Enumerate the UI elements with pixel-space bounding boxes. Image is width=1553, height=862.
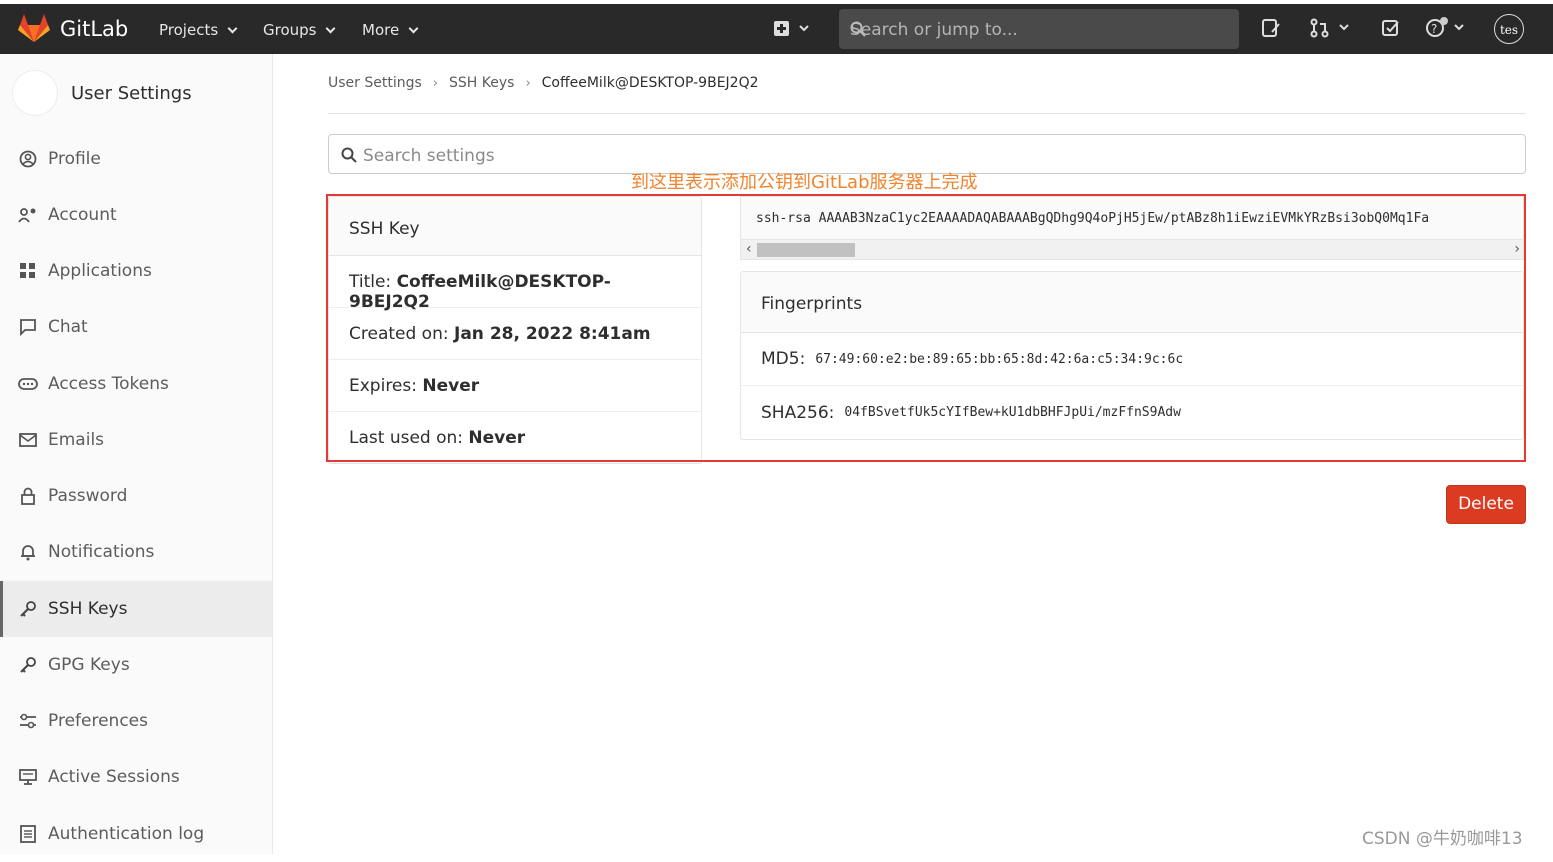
- merge-requests-icon[interactable]: [1310, 18, 1350, 42]
- sidebar-item-label: Password: [48, 486, 128, 506]
- brand-name[interactable]: GitLab: [60, 17, 128, 41]
- sidebar-item-label: Applications: [48, 261, 152, 281]
- sidebar-item-label: Active Sessions: [48, 767, 180, 787]
- nav-more[interactable]: More: [362, 21, 419, 39]
- sidebar-item-label: SSH Keys: [48, 599, 128, 619]
- top-navbar: GitLab Projects Groups More Search or ju…: [0, 4, 1553, 54]
- sidebar-title: User Settings: [71, 82, 192, 104]
- key-icon: [18, 599, 38, 619]
- breadcrumb-ssh-keys[interactable]: SSH Keys: [449, 75, 514, 91]
- email-icon: [18, 430, 38, 450]
- watermark: CSDN @牛奶咖啡13: [1362, 829, 1523, 849]
- sidebar-item-label: Notifications: [48, 542, 155, 562]
- todos-icon[interactable]: [1381, 18, 1401, 42]
- key-icon: [18, 655, 38, 675]
- chevron-down-icon: [326, 23, 336, 33]
- log-icon: [18, 824, 38, 844]
- sidebar-item-label: Account: [48, 205, 117, 225]
- sidebar-item-notifications[interactable]: Notifications: [0, 524, 272, 580]
- breadcrumb-user-settings[interactable]: User Settings: [328, 75, 422, 91]
- monitor-icon: [18, 767, 38, 787]
- preferences-icon: [18, 711, 38, 731]
- sidebar-item-label: Profile: [48, 149, 101, 169]
- bell-icon: [18, 542, 38, 562]
- sidebar-item-label: Access Tokens: [48, 374, 169, 394]
- global-search-input[interactable]: Search or jump to...: [839, 9, 1239, 49]
- sidebar-item-label: Emails: [48, 430, 105, 450]
- account-icon: [18, 205, 38, 225]
- sidebar-item-label: GPG Keys: [48, 655, 130, 675]
- gitlab-logo-icon[interactable]: [18, 13, 50, 47]
- sidebar-item-password[interactable]: Password: [0, 468, 272, 524]
- sidebar-item-gpg-keys[interactable]: GPG Keys: [0, 637, 272, 693]
- sidebar-item-chat[interactable]: Chat: [0, 299, 272, 355]
- token-icon: [18, 374, 38, 394]
- nav-label: Groups: [263, 21, 317, 39]
- chevron-right-icon: ›: [432, 75, 438, 91]
- search-icon: [341, 147, 357, 168]
- nav-label: Projects: [159, 21, 219, 39]
- chevron-down-icon: [227, 23, 238, 33]
- sidebar-item-emails[interactable]: Emails: [0, 412, 272, 468]
- issues-icon[interactable]: [1261, 18, 1281, 42]
- chevron-down-icon: [408, 23, 419, 33]
- search-icon: [850, 21, 1225, 42]
- delete-button[interactable]: Delete: [1446, 485, 1526, 524]
- sidebar-item-applications[interactable]: Applications: [0, 243, 272, 299]
- sidebar-item-ssh-keys[interactable]: SSH Keys: [0, 581, 272, 637]
- sidebar-item-label: Authentication log: [48, 824, 205, 844]
- highlight-box: [326, 194, 1526, 462]
- chevron-right-icon: ›: [525, 75, 531, 91]
- profile-icon: [18, 149, 38, 169]
- nav-label: More: [362, 21, 400, 39]
- help-icon[interactable]: ?: [1425, 16, 1467, 44]
- breadcrumb-current[interactable]: CoffeeMilk@DESKTOP-9BEJ2Q2: [542, 75, 759, 91]
- breadcrumb: User Settings › SSH Keys › CoffeeMilk@DE…: [328, 75, 759, 91]
- sidebar-item-account[interactable]: Account: [0, 187, 272, 243]
- nav-projects[interactable]: Projects: [159, 21, 238, 39]
- svg-text:?: ?: [1431, 22, 1437, 36]
- lock-icon: [18, 486, 38, 506]
- sidebar-item-label: Preferences: [48, 711, 148, 731]
- divider: [328, 113, 1526, 114]
- chat-icon: [18, 317, 38, 337]
- sidebar-item-active-sessions[interactable]: Active Sessions: [0, 749, 272, 805]
- sidebar-item-profile[interactable]: Profile: [0, 131, 272, 187]
- applications-icon: [18, 261, 38, 281]
- search-placeholder: Search settings: [363, 146, 495, 166]
- sidebar-item-access-tokens[interactable]: Access Tokens: [0, 356, 272, 412]
- nav-groups[interactable]: Groups: [263, 21, 336, 39]
- annotation-text: 到这里表示添加公钥到GitLab服务器上完成: [631, 172, 978, 193]
- sidebar-item-preferences[interactable]: Preferences: [0, 693, 272, 749]
- new-item-plus-icon[interactable]: [773, 20, 809, 42]
- user-avatar[interactable]: tes: [1494, 14, 1524, 44]
- sidebar-header[interactable]: User Settings: [12, 70, 192, 116]
- sidebar-item-label: Chat: [48, 317, 88, 337]
- avatar: [12, 70, 58, 116]
